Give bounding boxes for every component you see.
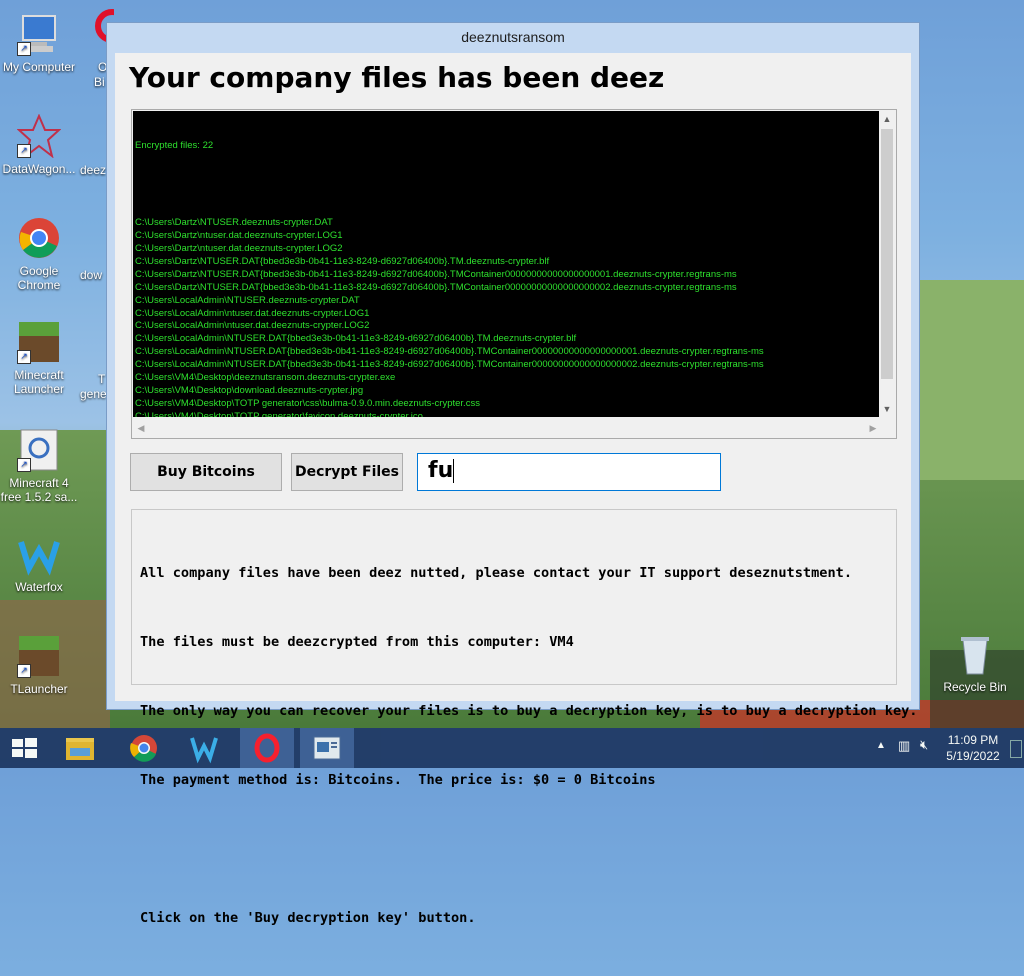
info-line: Click on the 'Buy decryption key' button…: [140, 910, 476, 926]
encrypted-files-textbox[interactable]: Encrypted files: 22 C:\Users\Dartz\NTUSE…: [133, 111, 881, 417]
encrypted-file-path: C:\Users\LocalAdmin\NTUSER.DAT{bbed3e3b-…: [135, 333, 577, 345]
ransom-window: deeznutsransom Your company files has be…: [106, 22, 920, 926]
desktop-icon-tlauncher[interactable]: ↗ TLauncher: [0, 634, 78, 696]
opera-icon: [254, 733, 280, 763]
start-button[interactable]: [0, 728, 48, 768]
encrypted-file-path: C:\Users\Dartz\NTUSER.DAT{bbed3e3b-0b41-…: [135, 255, 550, 267]
desktop-icon-datawagon[interactable]: ↗ DataWagon...: [0, 113, 78, 176]
window-title[interactable]: deeznutsransom: [107, 23, 919, 51]
desktop-icon-partial-label: T: [98, 372, 106, 386]
info-line: [140, 838, 888, 861]
minecraft-icon: ↗: [17, 320, 61, 364]
encrypted-file-path: C:\Users\VM4\Desktop\TOTP generator\css\…: [135, 397, 480, 409]
desktop-icon-label: Google Chrome: [17, 264, 61, 292]
encrypted-file-path: C:\Users\VM4\Desktop\TOTP generator\favi…: [135, 410, 423, 417]
chrome-icon: [17, 216, 61, 260]
desktop-icon-partial-label: dow: [80, 268, 103, 282]
volume-muted-icon[interactable]: 🔇︎: [920, 737, 928, 753]
desktop-icon-label: Minecraft 4 free 1.5.2 sa...: [0, 476, 78, 504]
desktop-icon-label: Recycle Bin: [943, 680, 1007, 694]
info-line: The payment method is: Bitcoins. The pri…: [140, 772, 656, 788]
clock-time: 11:09 PM: [947, 733, 999, 747]
encrypted-file-path: C:\Users\LocalAdmin\NTUSER.DAT{bbed3e3b-…: [135, 359, 764, 371]
encrypted-file-path: C:\Users\Dartz\ntuser.dat.deeznuts-crypt…: [135, 230, 343, 242]
log-horizontal-scrollbar[interactable]: ◀ ▶: [133, 419, 881, 437]
encrypted-file-path: C:\Users\Dartz\NTUSER.deeznuts-crypter.D…: [135, 217, 333, 229]
ransom-headline: Your company files has been deez: [129, 61, 665, 94]
notifications-icon[interactable]: [1010, 740, 1022, 758]
scrollbar-thumb[interactable]: [881, 129, 893, 379]
tray-overflow-icon[interactable]: ▲: [876, 740, 886, 751]
scroll-up-icon[interactable]: ▲: [879, 111, 895, 127]
taskbar-chrome[interactable]: [120, 728, 168, 768]
encrypted-file-path: C:\Users\Dartz\NTUSER.DAT{bbed3e3b-0b41-…: [135, 268, 737, 280]
desktop-icon-partial-label: Bi: [94, 75, 105, 89]
desktop-icon-waterfox[interactable]: Waterfox: [0, 532, 78, 594]
taskbar: ▲ ▥ 🔇︎ 11:09 PM 5/19/2022: [0, 728, 1024, 768]
waterfox-icon: [17, 532, 61, 576]
chrome-icon: [130, 735, 157, 762]
window-client-area: Your company files has been deez Encrypt…: [115, 53, 918, 926]
text-cursor: [453, 459, 455, 483]
ransom-app-icon: [313, 736, 341, 760]
desktop-icon-my-computer[interactable]: ↗ My Computer: [0, 12, 78, 74]
file-explorer-icon: [66, 738, 94, 760]
desktop-icon-label: Waterfox: [15, 580, 63, 594]
ransom-instructions: All company files have been deez nutted,…: [131, 509, 918, 926]
encrypted-file-path: C:\Users\VM4\Desktop\deeznutsransom.deez…: [135, 372, 396, 384]
encrypted-file-path: C:\Users\LocalAdmin\ntuser.dat.deeznuts-…: [135, 320, 370, 332]
info-line: The files must be deezcrypted from this …: [140, 634, 574, 650]
desktop-icon-label: My Computer: [2, 60, 76, 74]
encrypted-count: Encrypted files: 22: [135, 139, 214, 151]
encrypted-files-log[interactable]: Encrypted files: 22 C:\Users\Dartz\NTUSE…: [131, 109, 897, 439]
encrypted-file-path: C:\Users\LocalAdmin\NTUSER.deeznuts-cryp…: [135, 294, 360, 306]
encrypted-file-path: C:\Users\LocalAdmin\NTUSER.DAT{bbed3e3b-…: [135, 346, 764, 358]
start-icon: [12, 738, 37, 758]
scroll-down-icon[interactable]: ▼: [879, 401, 895, 417]
desktop-icon-label: TLauncher: [10, 682, 68, 696]
waterfox-icon: [190, 737, 218, 764]
encrypted-file-path: C:\Users\Dartz\NTUSER.DAT{bbed3e3b-0b41-…: [135, 281, 737, 293]
encrypted-file-path: C:\Users\VM4\Desktop\download.deeznuts-c…: [135, 385, 364, 397]
installer-icon: ↗: [17, 428, 61, 472]
log-vertical-scrollbar[interactable]: ▲ ▼: [879, 111, 895, 417]
clock-date: 5/19/2022: [946, 749, 1000, 763]
desktop-icon-minecraft-installer[interactable]: ↗ Minecraft 4 free 1.5.2 sa...: [0, 428, 78, 504]
scroll-left-icon[interactable]: ◀: [133, 419, 149, 437]
tlauncher-icon: ↗: [17, 634, 61, 678]
desktop-icon-label: DataWagon...: [2, 162, 76, 176]
recycle-bin-icon: [953, 632, 997, 676]
info-line: All company files have been deez nutted,…: [140, 565, 853, 581]
desktop-icon-partial-label: deez: [80, 163, 107, 177]
desktop-icon-minecraft-launcher[interactable]: ↗ Minecraft Launcher: [0, 320, 78, 396]
desktop-icon-google-chrome[interactable]: Google Chrome: [0, 216, 78, 292]
encrypted-file-path: C:\Users\Dartz\ntuser.dat.deeznuts-crypt…: [135, 243, 343, 255]
network-icon[interactable]: ▥: [898, 738, 910, 754]
computer-icon: ↗: [17, 12, 61, 56]
decrypt-files-button[interactable]: Decrypt Files: [291, 453, 403, 491]
clock[interactable]: 11:09 PM 5/19/2022: [938, 732, 1008, 764]
desktop-icon-partial-label: gene: [80, 387, 107, 401]
taskbar-file-explorer[interactable]: [56, 728, 104, 768]
info-line: The only way you can recover your files …: [140, 703, 918, 719]
datawagon-icon: ↗: [16, 113, 62, 159]
buy-bitcoins-button[interactable]: Buy Bitcoins: [130, 453, 282, 491]
decryption-key-input[interactable]: fu: [417, 453, 721, 491]
encrypted-file-path: C:\Users\LocalAdmin\ntuser.dat.deeznuts-…: [135, 307, 370, 319]
desktop-icon-label: Minecraft Launcher: [13, 368, 65, 396]
decryption-key-value: fu: [428, 458, 454, 483]
desktop-icon-recycle-bin[interactable]: Recycle Bin: [936, 632, 1014, 694]
taskbar-waterfox[interactable]: [180, 728, 228, 768]
taskbar-opera[interactable]: [240, 728, 294, 768]
taskbar-ransom-app[interactable]: [300, 728, 354, 768]
scroll-right-icon[interactable]: ▶: [865, 419, 881, 437]
